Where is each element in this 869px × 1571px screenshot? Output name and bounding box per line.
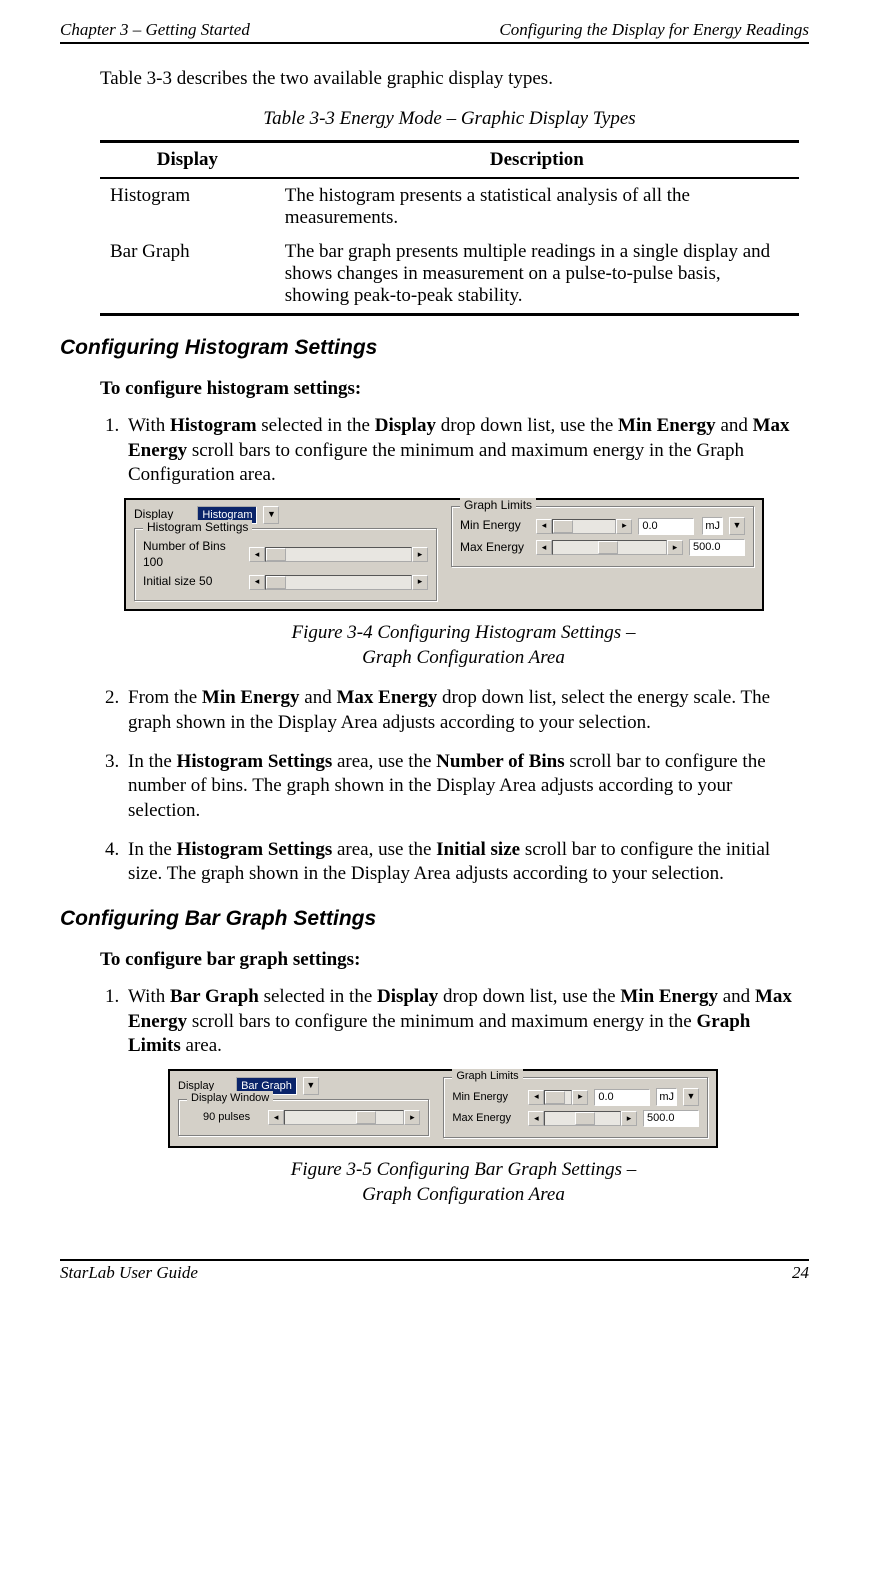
- histogram-settings-group: Histogram Settings Number of Bins 100 ◂ …: [134, 528, 437, 601]
- initial-size-scrollbar[interactable]: ◂ ▸: [249, 575, 428, 590]
- arrow-right-icon[interactable]: ▸: [616, 519, 632, 534]
- unit-dropdown[interactable]: mJ: [656, 1088, 677, 1106]
- display-types-table: Display Description Histogram The histog…: [100, 140, 799, 316]
- min-energy-scrollbar[interactable]: ◂ ▸: [536, 519, 632, 534]
- figure-3-5: Display Bar Graph▼ Display Window 90 pul…: [168, 1069, 718, 1148]
- chevron-down-icon[interactable]: ▼: [729, 517, 745, 535]
- page-header: Chapter 3 – Getting Started Configuring …: [60, 20, 809, 44]
- arrow-right-icon[interactable]: ▸: [572, 1090, 588, 1105]
- hist-steps: With Histogram selected in the Display d…: [100, 414, 799, 887]
- list-item: With Bar Graph selected in the Display d…: [124, 985, 799, 1207]
- chevron-down-icon[interactable]: ▼: [683, 1088, 699, 1106]
- arrow-left-icon[interactable]: ◂: [536, 540, 552, 555]
- footer-left: StarLab User Guide: [60, 1263, 198, 1283]
- arrow-left-icon[interactable]: ◂: [249, 547, 265, 562]
- chevron-down-icon[interactable]: ▼: [303, 1077, 319, 1095]
- max-energy-field[interactable]: 500.0: [689, 539, 745, 556]
- arrow-left-icon[interactable]: ◂: [249, 575, 265, 590]
- table-row: Histogram The histogram presents a stati…: [100, 178, 799, 235]
- chevron-down-icon[interactable]: ▼: [263, 506, 279, 524]
- arrow-left-icon[interactable]: ◂: [268, 1110, 284, 1125]
- min-energy-field[interactable]: 0.0: [638, 518, 694, 535]
- min-energy-field[interactable]: 0.0: [594, 1089, 650, 1106]
- table-ref: Table 3-3: [100, 68, 172, 89]
- bar-heading: Configuring Bar Graph Settings: [60, 907, 799, 931]
- header-left: Chapter 3 – Getting Started: [60, 20, 250, 40]
- list-item: In the Histogram Settings area, use the …: [124, 838, 799, 887]
- bar-steps: With Bar Graph selected in the Display d…: [100, 985, 799, 1207]
- table-caption: Table 3-3 Energy Mode – Graphic Display …: [100, 108, 799, 130]
- list-item: From the Min Energy and Max Energy drop …: [124, 686, 799, 735]
- bins-scrollbar[interactable]: ◂ ▸: [249, 547, 428, 562]
- graph-limits-group: Graph Limits Min Energy ◂ ▸ 0.0: [451, 506, 754, 567]
- bar-subheading: To configure bar graph settings:: [100, 949, 799, 971]
- hist-subheading: To configure histogram settings:: [100, 378, 799, 400]
- arrow-right-icon[interactable]: ▸: [412, 547, 428, 562]
- arrow-right-icon[interactable]: ▸: [404, 1110, 420, 1125]
- header-right: Configuring the Display for Energy Readi…: [499, 20, 809, 40]
- table-header-row: Display Description: [100, 142, 799, 179]
- page-footer: StarLab User Guide 24: [60, 1259, 809, 1283]
- arrow-left-icon[interactable]: ◂: [536, 519, 552, 534]
- figure-3-4: Display Histogram▼ Histogram Settings Nu…: [124, 498, 764, 611]
- page-number: 24: [792, 1263, 809, 1283]
- max-energy-scrollbar[interactable]: ◂ ▸: [536, 540, 683, 555]
- table-row: Bar Graph The bar graph presents multipl…: [100, 235, 799, 315]
- arrow-right-icon[interactable]: ▸: [621, 1111, 637, 1126]
- col-display: Display: [100, 142, 275, 179]
- display-window-group: Display Window 90 pulses ◂ ▸: [178, 1099, 429, 1136]
- unit-dropdown[interactable]: mJ: [702, 517, 723, 535]
- intro-text: Table 3-3 describes the two available gr…: [100, 68, 799, 90]
- list-item: With Histogram selected in the Display d…: [124, 414, 799, 670]
- pulses-scrollbar[interactable]: ◂ ▸: [268, 1110, 420, 1125]
- arrow-right-icon[interactable]: ▸: [667, 540, 683, 555]
- arrow-left-icon[interactable]: ◂: [528, 1111, 544, 1126]
- min-energy-scrollbar[interactable]: ◂ ▸: [528, 1090, 588, 1105]
- max-energy-scrollbar[interactable]: ◂ ▸: [528, 1111, 637, 1126]
- figure-3-4-caption: Figure 3-4 Configuring Histogram Setting…: [128, 621, 799, 670]
- list-item: In the Histogram Settings area, use the …: [124, 750, 799, 824]
- arrow-left-icon[interactable]: ◂: [528, 1090, 544, 1105]
- figure-3-5-caption: Figure 3-5 Configuring Bar Graph Setting…: [128, 1158, 799, 1207]
- max-energy-field[interactable]: 500.0: [643, 1110, 699, 1127]
- hist-heading: Configuring Histogram Settings: [60, 336, 799, 360]
- arrow-right-icon[interactable]: ▸: [412, 575, 428, 590]
- graph-limits-group: Graph Limits Min Energy ◂ ▸ 0.0: [443, 1077, 708, 1138]
- col-description: Description: [275, 142, 799, 179]
